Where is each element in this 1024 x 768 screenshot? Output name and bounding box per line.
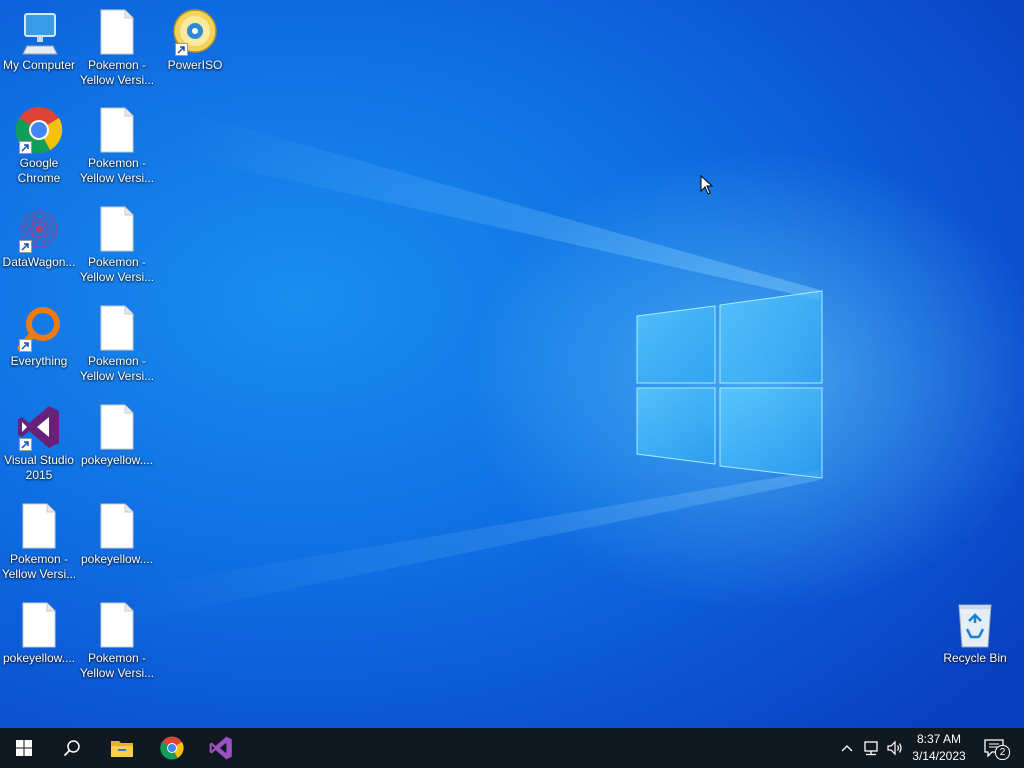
clock-time: 8:37 AM [916,732,962,746]
visual-studio-icon [15,403,63,451]
desktop-icon-pokemon-file[interactable]: Pokemon - Yellow Versi... [0,502,78,582]
taskbar-visual-studio[interactable] [197,728,245,768]
desktop-icon-pokemon-file[interactable]: Pokemon - Yellow Versi... [78,8,156,88]
desktop-icon-google-chrome[interactable]: Google Chrome [0,106,78,186]
chevron-up-icon [841,745,853,752]
blank-file-icon [15,601,63,649]
everything-search-icon [15,304,63,352]
desktop-icon-pokeyellow-file[interactable]: pokeyellow.... [78,502,156,567]
desktop-icon-pokemon-file[interactable]: Pokemon - Yellow Versi... [78,106,156,186]
desktop-icon-my-computer[interactable]: My Computer [0,8,78,73]
computer-icon [15,8,63,56]
blank-file-icon [93,304,141,352]
blank-file-icon [93,106,141,154]
action-center-button[interactable]: 2 [982,738,1010,760]
blank-file-icon [15,502,63,550]
desktop-icon-label: pokeyellow.... [80,453,154,467]
volume-icon [887,740,902,756]
file-explorer-icon [111,741,133,757]
desktop-icon-pokemon-file[interactable]: Pokemon - Yellow Versi... [78,205,156,285]
taskbar-chrome[interactable] [148,728,196,768]
desktop-icon-everything[interactable]: Everything [0,304,78,369]
desktop-icon-label: Pokemon - Yellow Versi... [79,58,155,87]
desktop-icon-visual-studio-2015[interactable]: Visual Studio 2015 [0,403,78,483]
network-button[interactable] [861,738,881,758]
recycle-bin-icon [951,601,999,649]
desktop-icon-datawagon[interactable]: DataWagon... [0,205,78,270]
windows-start-icon [16,740,32,756]
desktop-icon-label: Visual Studio 2015 [4,453,74,482]
desktop-icon-label: Recycle Bin [943,651,1007,665]
desktop-icon-label: Google Chrome [17,156,61,185]
blank-file-icon [93,601,141,649]
shortcut-arrow-icon [175,43,188,56]
desktop-icon-label: Pokemon - Yellow Versi... [79,354,155,383]
desktop-icon-label: Pokemon - Yellow Versi... [79,651,155,680]
shortcut-arrow-icon [19,339,32,352]
volume-button[interactable] [885,738,905,758]
blank-file-icon [93,502,141,550]
visual-studio-icon [209,736,232,760]
desktop[interactable]: My Computer Google Chrome DataWagon... E… [0,0,1024,728]
network-icon [864,741,878,756]
taskbar: 8:37 AM 3/14/2023 2 [0,728,1024,768]
desktop-icon-label: pokeyellow.... [80,552,154,566]
desktop-icon-poweriso[interactable]: PowerISO [156,8,234,73]
show-hidden-icons-button[interactable] [837,738,857,758]
desktop-icon-label: PowerISO [167,58,223,72]
blank-file-icon [93,403,141,451]
blank-file-icon [93,205,141,253]
poweriso-disc-icon [171,8,219,56]
chrome-icon [160,736,184,760]
desktop-icon-label: Pokemon - Yellow Versi... [1,552,77,581]
desktop-icon-recycle-bin[interactable]: Recycle Bin [936,601,1014,666]
desktop-icon-label: Everything [10,354,68,368]
start-button[interactable] [0,728,48,768]
desktop-icon-pokeyellow-file[interactable]: pokeyellow.... [78,403,156,468]
taskbar-file-explorer[interactable] [98,728,146,768]
shortcut-arrow-icon [19,141,32,154]
desktop-icon-label: DataWagon... [2,255,76,269]
desktop-icon-pokemon-file[interactable]: Pokemon - Yellow Versi... [78,304,156,384]
search-button[interactable] [48,728,96,768]
mouse-cursor-icon [700,175,714,195]
desktop-icon-label: Pokemon - Yellow Versi... [79,156,155,185]
clock-date: 3/14/2023 [912,749,966,763]
desktop-icon-pokemon-file[interactable]: Pokemon - Yellow Versi... [78,601,156,681]
desktop-icon-label: My Computer [2,58,76,72]
shortcut-arrow-icon [19,240,32,253]
search-icon [63,740,80,757]
desktop-icon-pokeyellow-file[interactable]: pokeyellow.... [0,601,78,666]
desktop-icon-label: pokeyellow.... [2,651,76,665]
clock[interactable]: 8:37 AM 3/14/2023 [905,731,973,765]
blank-file-icon [93,8,141,56]
chrome-icon [15,106,63,154]
notification-count-badge: 2 [995,745,1010,760]
datawagon-icon [15,205,63,253]
shortcut-arrow-icon [19,438,32,451]
desktop-icon-label: Pokemon - Yellow Versi... [79,255,155,284]
